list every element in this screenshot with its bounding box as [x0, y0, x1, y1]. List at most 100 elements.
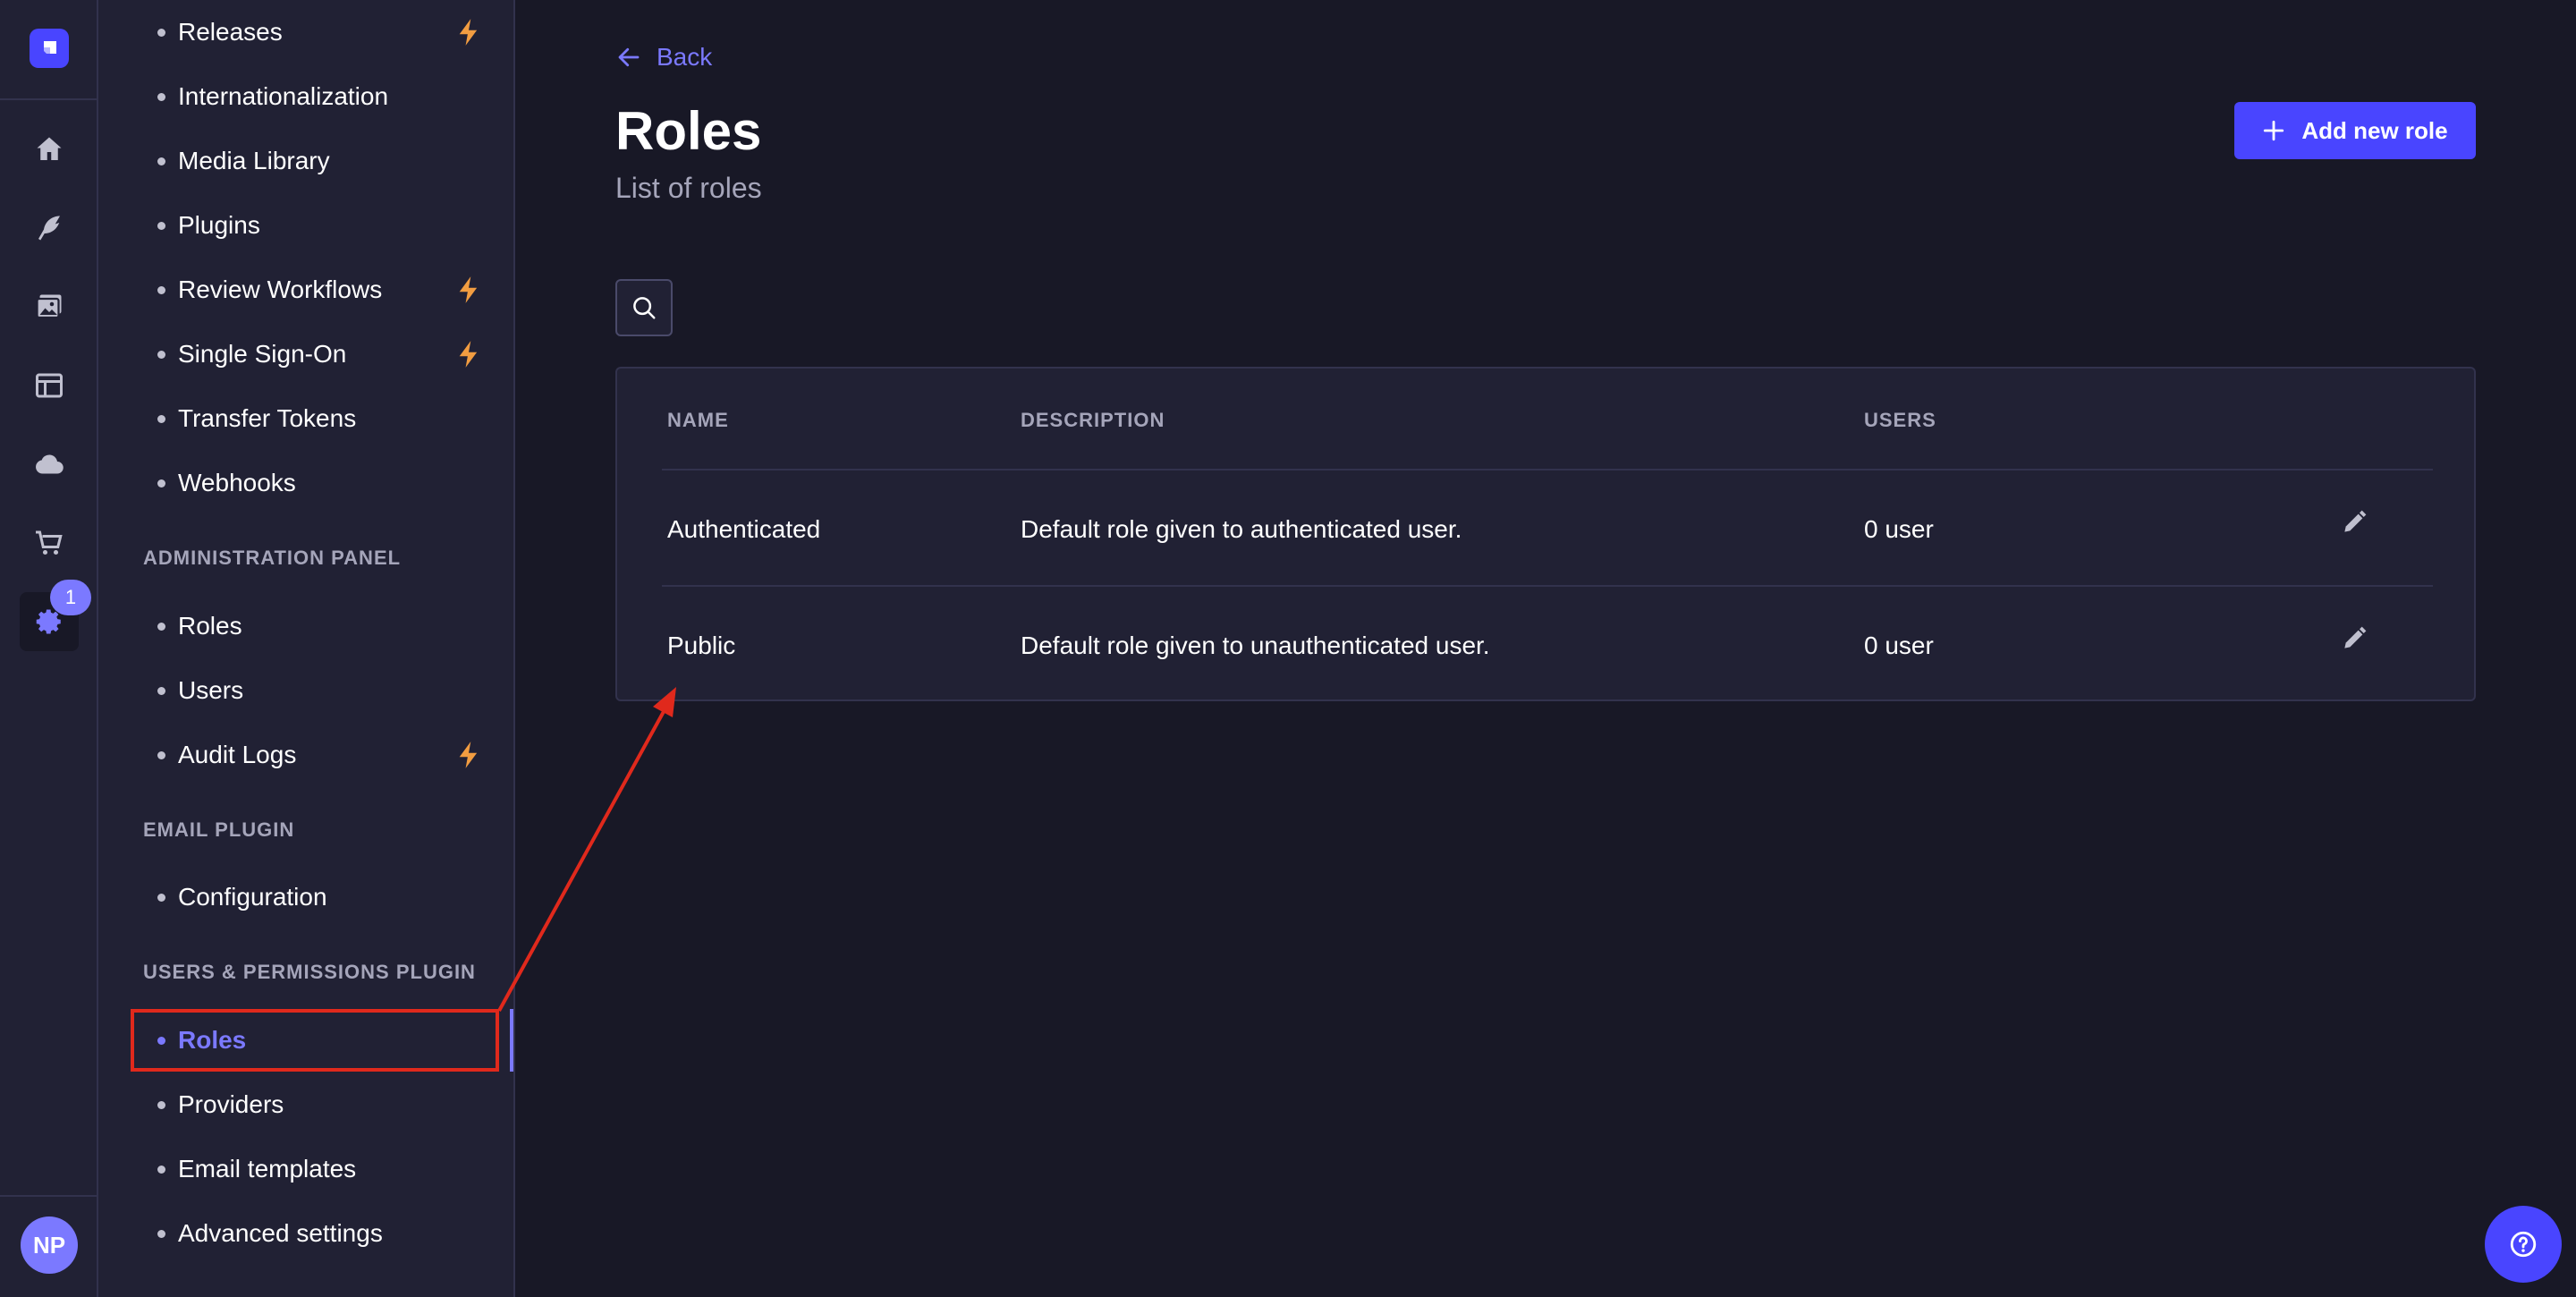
pencil-icon[interactable]: [2340, 624, 2368, 653]
row-divider: [662, 469, 2433, 470]
logo-icon: [44, 41, 56, 54]
section-heading-users-permissions: USERS & PERMISSIONS PLUGIN: [143, 961, 476, 983]
back-label: Back: [657, 43, 713, 71]
add-new-role-label: Add new role: [2301, 116, 2448, 144]
column-header-description: DESCRIPTION: [1021, 409, 1165, 431]
role-description: Default role given to unauthenticated us…: [1021, 632, 1490, 659]
subnav-label: Transfer Tokens: [178, 404, 357, 432]
section-heading-administration: ADMINISTRATION PANEL: [143, 547, 402, 569]
bullet: [157, 1165, 165, 1174]
subnav-item-releases[interactable]: Releases: [98, 10, 513, 55]
bullet: [157, 893, 165, 902]
add-new-role-button[interactable]: Add new role: [2234, 102, 2476, 159]
app-logo[interactable]: [30, 29, 69, 68]
active-indicator: [510, 1009, 513, 1072]
search-button[interactable]: [615, 279, 673, 336]
subnav-item-plugins[interactable]: Plugins: [98, 203, 513, 248]
role-name: Public: [667, 632, 736, 659]
arrow-left-icon: [618, 47, 640, 67]
bullet: [157, 414, 165, 423]
subnav-label: Releases: [178, 18, 283, 46]
annotation-highlight-box: [131, 1009, 499, 1072]
question-icon: [2510, 1231, 2537, 1258]
plus-icon: [2264, 120, 2284, 141]
column-header-users: USERS: [1864, 409, 1936, 431]
nav-content-type-builder[interactable]: [20, 356, 79, 415]
lightning-icon: [459, 742, 478, 768]
bullet: [157, 686, 165, 695]
subnav-item-admin-roles[interactable]: Roles: [98, 604, 513, 648]
role-users-count: 0 user: [1864, 515, 1934, 543]
bullet: [157, 285, 165, 294]
main-nav-rail: 1 NP: [0, 0, 98, 1297]
section-heading-email-plugin: EMAIL PLUGIN: [143, 818, 295, 841]
notification-badge: 1: [50, 580, 91, 615]
row-divider: [662, 585, 2433, 587]
lightning-icon: [459, 341, 478, 368]
subnav-label: Advanced settings: [178, 1219, 383, 1247]
bullet: [157, 92, 165, 101]
subnav-item-configuration[interactable]: Configuration: [98, 875, 513, 920]
subnav-item-review-workflows[interactable]: Review Workflows: [98, 267, 513, 312]
lightning-icon: [459, 276, 478, 303]
settings-subnav: Releases Internationalization Media Libr…: [98, 0, 515, 1297]
search-icon: [633, 297, 656, 319]
subnav-item-transfer-tokens[interactable]: Transfer Tokens: [98, 396, 513, 441]
subnav-label: Audit Logs: [178, 741, 297, 768]
nav-home[interactable]: [20, 120, 79, 179]
bullet: [157, 750, 165, 759]
subnav-label: Single Sign-On: [178, 340, 347, 368]
page-title: Roles: [615, 101, 762, 161]
roles-table: NAME DESCRIPTION USERS Authenticated Def…: [615, 367, 2476, 701]
subnav-item-audit-logs[interactable]: Audit Logs: [98, 733, 513, 777]
subnav-item-webhooks[interactable]: Webhooks: [98, 461, 513, 505]
role-name: Authenticated: [667, 515, 821, 543]
rail-divider-bottom: [0, 1195, 98, 1197]
bullet: [157, 157, 165, 165]
rail-divider-top: [0, 98, 98, 100]
feather-icon: [38, 216, 60, 241]
bullet: [157, 1100, 165, 1109]
nav-marketplace[interactable]: [20, 513, 79, 572]
bullet: [157, 1229, 165, 1238]
subnav-label: Providers: [178, 1090, 284, 1118]
subnav-item-users[interactable]: Users: [98, 668, 513, 713]
bullet: [157, 350, 165, 359]
home-icon: [37, 137, 62, 160]
back-link[interactable]: Back: [615, 43, 712, 72]
subnav-label: Users: [178, 676, 244, 704]
pencil-icon[interactable]: [2340, 508, 2368, 537]
column-header-name: NAME: [667, 409, 729, 431]
nav-media-library[interactable]: [20, 277, 79, 336]
help-button[interactable]: [2485, 1206, 2562, 1283]
subnav-item-email-templates[interactable]: Email templates: [98, 1147, 513, 1191]
layout-icon: [36, 373, 63, 398]
lightning-icon: [459, 19, 478, 46]
subnav-label: Email templates: [178, 1155, 357, 1183]
subnav-item-internationalization[interactable]: Internationalization: [98, 74, 513, 119]
cloud-icon: [36, 454, 64, 474]
bullet: [157, 479, 165, 487]
nav-deployment[interactable]: [20, 435, 79, 494]
subnav-label: Plugins: [178, 211, 260, 239]
bullet: [157, 28, 165, 37]
nav-content-manager[interactable]: [20, 199, 79, 258]
role-users-count: 0 user: [1864, 632, 1934, 659]
subnav-item-providers[interactable]: Providers: [98, 1082, 513, 1127]
subnav-item-advanced-settings[interactable]: Advanced settings: [98, 1211, 513, 1256]
subnav-item-media-library[interactable]: Media Library: [98, 139, 513, 183]
subnav-label: Review Workflows: [178, 276, 383, 303]
subnav-label: Roles: [178, 612, 242, 640]
page-subtitle: List of roles: [615, 172, 762, 204]
subnav-label: Media Library: [178, 147, 330, 174]
user-avatar[interactable]: NP: [21, 1216, 78, 1274]
subnav-item-single-sign-on[interactable]: Single Sign-On: [98, 332, 513, 377]
main-content: Back Roles List of roles Add new role NA…: [515, 0, 2576, 1297]
cart-icon: [36, 530, 63, 555]
subnav-label: Webhooks: [178, 469, 296, 496]
subnav-label: Configuration: [178, 883, 327, 911]
bullet: [157, 622, 165, 631]
role-description: Default role given to authenticated user…: [1021, 515, 1462, 543]
subnav-label: Internationalization: [178, 82, 389, 110]
images-icon: [36, 294, 62, 319]
